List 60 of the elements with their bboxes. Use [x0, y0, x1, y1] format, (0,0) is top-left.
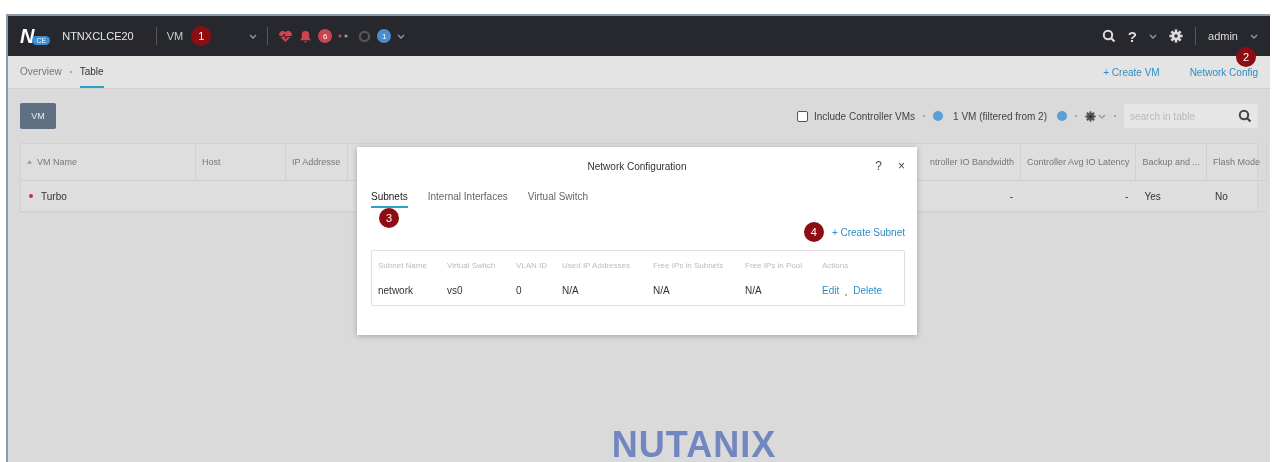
caret-icon: [1098, 113, 1106, 119]
table-cell: No: [1215, 190, 1228, 202]
checkbox-label[interactable]: Include Controller VMs: [813, 110, 916, 122]
table-cell-text: vs0: [447, 285, 463, 298]
action-link[interactable]: Network Config: [1189, 66, 1258, 78]
table-cell-text: N/A: [562, 285, 579, 298]
settings-icon[interactable]: [1169, 29, 1184, 43]
tab[interactable]: Virtual Switch: [527, 191, 589, 208]
column-header[interactable]: Flash Mode: [1207, 144, 1267, 181]
breadcrumb-tab[interactable]: Table: [79, 56, 104, 88]
action-link[interactable]: Delete: [853, 285, 883, 305]
caret-icon: [1149, 33, 1158, 39]
dialog-title: Network Configuration: [587, 160, 687, 172]
search-icon[interactable]: [1101, 29, 1116, 43]
help-button[interactable]: ?: [875, 159, 882, 173]
logo-letter: N: [20, 27, 35, 45]
footer-logo: NUTANIX: [611, 428, 777, 462]
close-button[interactable]: ×: [898, 159, 905, 173]
section-menu[interactable]: VM: [166, 30, 184, 42]
caret-icon: [249, 33, 258, 39]
table-cell: -: [1009, 190, 1014, 202]
column-header[interactable]: Host: [196, 144, 286, 181]
settings-icon[interactable]: [1085, 110, 1096, 122]
table-cell-text: N/A: [653, 285, 670, 298]
table-cell-text: network: [378, 285, 413, 298]
task-count[interactable]: 1: [377, 29, 392, 43]
heart-pulse-icon[interactable]: [278, 29, 294, 43]
table-cell: Turbo: [41, 190, 67, 202]
step-marker: 1: [191, 26, 212, 46]
user-menu[interactable]: admin: [1208, 30, 1238, 42]
column-header[interactable]: Controller Avg IO Latency: [1021, 144, 1137, 181]
table-cell-text: N/A: [745, 285, 762, 298]
column-header[interactable]: VM Name: [21, 144, 196, 181]
table-cell: -: [1125, 190, 1129, 202]
action-link[interactable]: Edit: [822, 285, 840, 305]
tab[interactable]: Internal Interfaces: [427, 191, 508, 208]
table-cell-text: 0: [516, 285, 522, 298]
breadcrumb-tab[interactable]: Overview: [20, 56, 62, 88]
bell-icon[interactable]: [299, 29, 313, 43]
view-button[interactable]: VM: [20, 103, 56, 129]
search-icon[interactable]: [1238, 109, 1252, 123]
vm-count: 1 VM (filtered from 2): [953, 110, 1047, 122]
column-header[interactable]: IP Addresse: [286, 144, 348, 181]
help-menu[interactable]: ?: [1127, 27, 1138, 45]
caret-icon: [397, 33, 406, 39]
create-subnet-link[interactable]: + Create Subnet: [831, 226, 905, 238]
tab[interactable]: Subnets: [371, 191, 408, 208]
column-header: Actions: [822, 261, 849, 270]
alert-count[interactable]: 6: [318, 29, 333, 43]
step-marker: 3: [379, 208, 399, 228]
checkbox[interactable]: [796, 110, 808, 122]
column-header: Virtual Switch: [447, 261, 496, 270]
caret-icon: [1250, 33, 1258, 39]
table-cell: Yes: [1144, 190, 1161, 202]
cluster-name[interactable]: NTNXCLCE20: [62, 30, 134, 42]
action-link[interactable]: + Create VM: [1103, 66, 1160, 78]
column-header[interactable]: ntroller IO Bandwidth: [924, 144, 1022, 181]
step-marker: 4: [803, 222, 824, 242]
column-header: VLAN ID: [516, 261, 548, 270]
column-header[interactable]: Backup and ...: [1136, 144, 1207, 181]
